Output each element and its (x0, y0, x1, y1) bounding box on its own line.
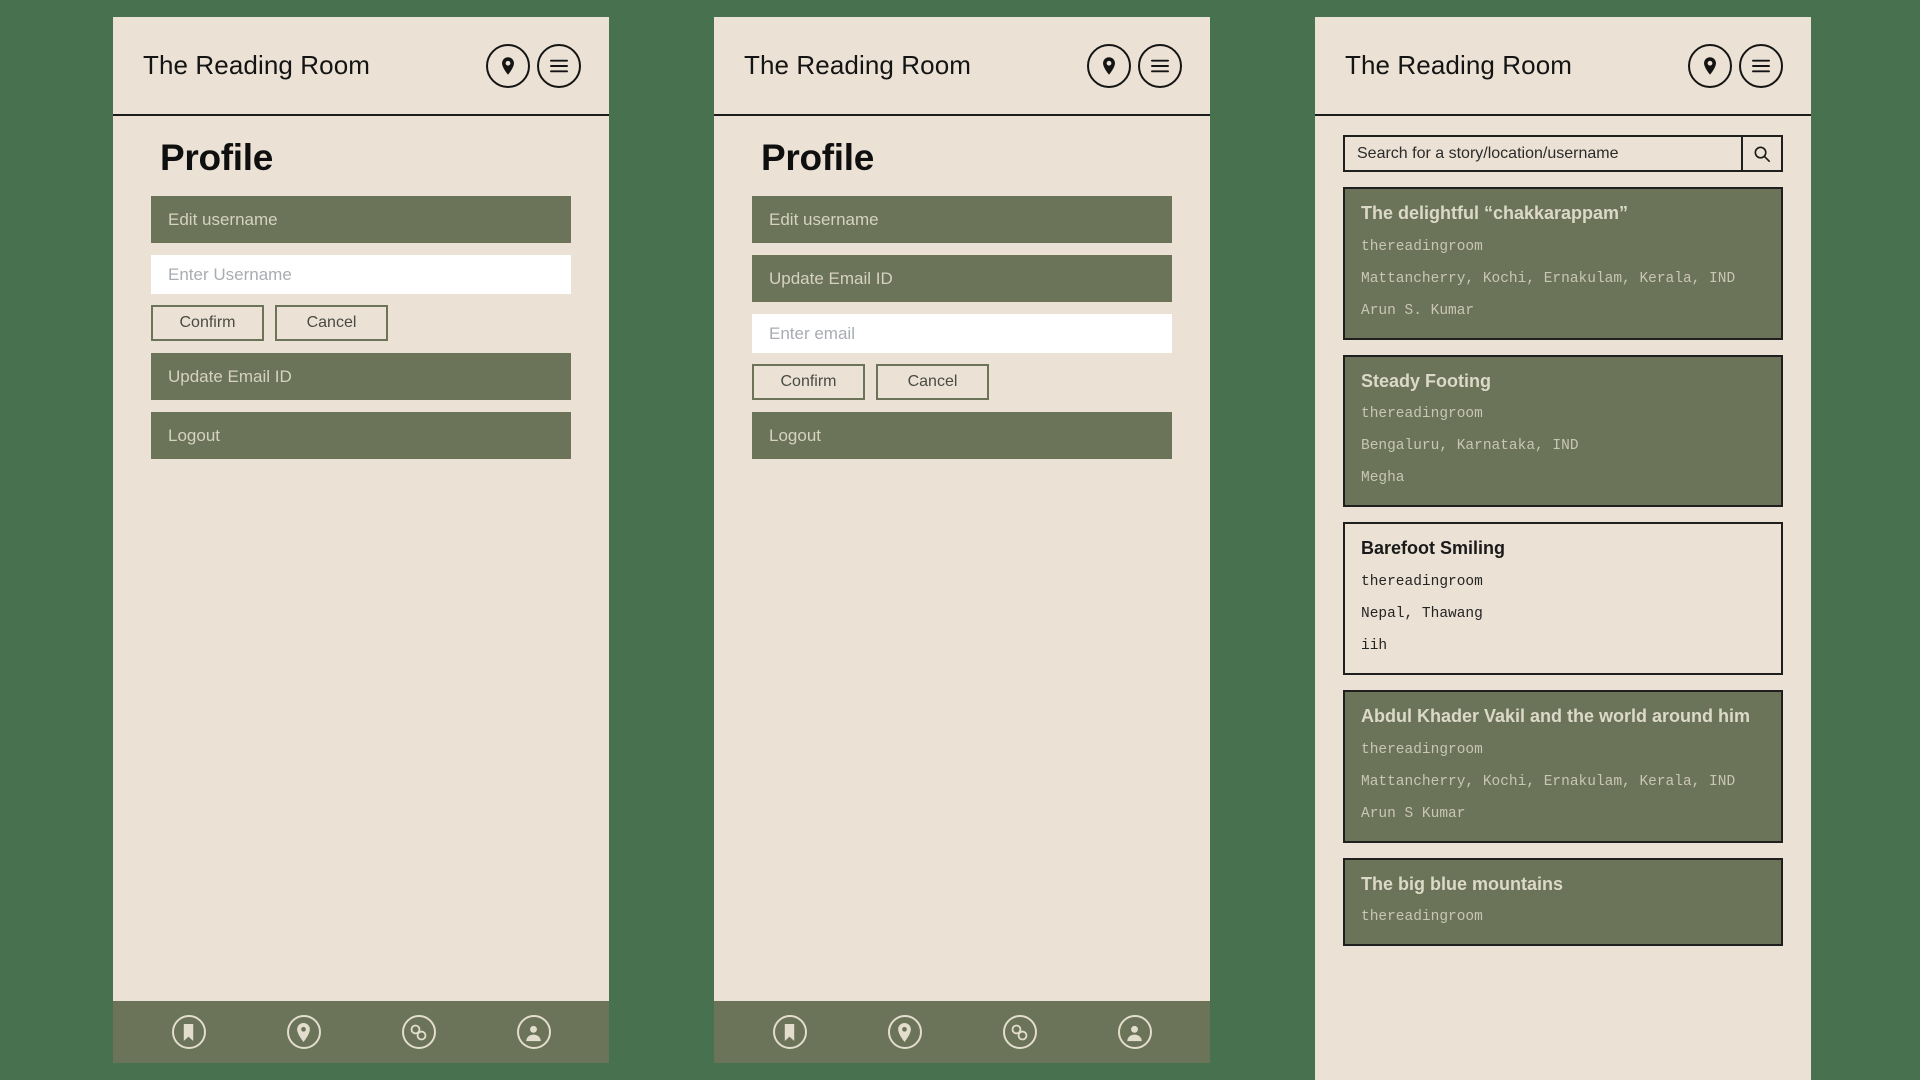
email-action-row: Confirm Cancel (752, 364, 1172, 400)
bottom-navigation-1 (113, 1001, 609, 1063)
app-title: The Reading Room (744, 50, 972, 80)
story-username: thereadingroom (1361, 741, 1483, 758)
story-author: Arun S Kumar (1361, 805, 1466, 822)
story-list: The delightful “chakkarappam” thereadingr… (1343, 187, 1783, 947)
logout-label: Logout (168, 425, 220, 445)
logout-label: Logout (769, 425, 821, 445)
edit-username-label: Edit username (168, 209, 278, 229)
app-title: The Reading Room (1345, 50, 1573, 80)
confirm-button[interactable]: Confirm (752, 364, 865, 400)
profile-body-2: Profile Edit username Update Email ID Co… (714, 116, 1210, 1001)
page-title: Profile (160, 137, 274, 178)
story-card[interactable]: The big blue mountains thereadingroom (1343, 857, 1783, 947)
story-username: thereadingroom (1361, 238, 1483, 255)
profile-body-1: Profile Edit username Confirm Cancel Upd… (113, 116, 609, 1001)
phone-screen-3: The Reading Room Search for a story/loca… (1315, 17, 1811, 1080)
edit-username-button[interactable]: Edit username (752, 196, 1172, 243)
hamburger-menu-icon[interactable] (537, 43, 581, 88)
story-username: thereadingroom (1361, 406, 1483, 423)
story-username: thereadingroom (1361, 909, 1483, 926)
location-pin-icon[interactable] (1087, 43, 1131, 88)
story-title: Barefoot Smiling (1361, 538, 1506, 559)
cancel-button[interactable]: Cancel (275, 305, 388, 341)
story-title: The big blue mountains (1361, 873, 1563, 894)
story-title: Steady Footing (1361, 370, 1491, 391)
story-author: Megha (1361, 470, 1405, 487)
phone-screen-2: The Reading Room Profile Edit username U… (714, 17, 1210, 1063)
story-title: Abdul Khader Vakil and the world around … (1361, 705, 1751, 726)
story-author: iih (1361, 637, 1388, 654)
username-action-row: Confirm Cancel (151, 305, 571, 341)
story-location: Bengaluru, Karnataka, IND (1361, 438, 1579, 455)
email-input[interactable] (752, 314, 1172, 353)
story-card[interactable]: Abdul Khader Vakil and the world around … (1343, 689, 1783, 843)
search-bar (1343, 135, 1783, 172)
bookmark-icon[interactable] (171, 1015, 206, 1049)
cancel-button[interactable]: Cancel (876, 364, 989, 400)
story-title: The delightful “chakkarappam” (1361, 203, 1629, 223)
bottom-navigation-2 (714, 1001, 1210, 1063)
feed-body: The delightful “chakkarappam” thereadingr… (1315, 116, 1811, 1080)
bookmark-icon[interactable] (772, 1015, 807, 1049)
hamburger-menu-icon[interactable] (1138, 43, 1182, 88)
app-header: The Reading Room (714, 17, 1210, 116)
location-pin-icon[interactable] (887, 1015, 922, 1049)
location-pin-icon[interactable] (286, 1015, 321, 1049)
search-input[interactable] (1343, 135, 1741, 172)
profile-avatar-icon[interactable] (516, 1015, 551, 1049)
page-title: Profile (761, 137, 875, 178)
link-icon[interactable] (1002, 1015, 1037, 1049)
search-button[interactable] (1741, 135, 1783, 172)
app-header: The Reading Room (1315, 17, 1811, 116)
header-icon-group (486, 43, 581, 88)
location-pin-icon[interactable] (486, 43, 530, 88)
logout-button[interactable]: Logout (752, 412, 1172, 459)
app-title: The Reading Room (143, 50, 371, 80)
logout-button[interactable]: Logout (151, 412, 571, 459)
header-icon-group (1087, 43, 1182, 88)
username-input[interactable] (151, 255, 571, 294)
story-card[interactable]: The delightful “chakkarappam” thereadingr… (1343, 187, 1783, 340)
update-email-button[interactable]: Update Email ID (151, 353, 571, 400)
phone-screen-1: The Reading Room Profile Edit username C… (113, 17, 609, 1063)
story-username: thereadingroom (1361, 573, 1483, 590)
story-location: Nepal, Thawang (1361, 605, 1483, 622)
update-email-label: Update Email ID (168, 366, 292, 386)
story-feed[interactable]: The delightful “chakkarappam” thereadingr… (1315, 116, 1811, 1080)
edit-username-label: Edit username (769, 209, 879, 229)
search-icon (1753, 145, 1771, 163)
screenshot-canvas: The Reading Room Profile Edit username C… (0, 0, 1920, 1080)
story-card[interactable]: Barefoot Smiling thereadingroom Nepal, Tha… (1343, 522, 1783, 675)
story-card[interactable]: Steady Footing thereadingroom Bengaluru, K… (1343, 354, 1783, 508)
link-icon[interactable] (401, 1015, 436, 1049)
update-email-button[interactable]: Update Email ID (752, 255, 1172, 302)
profile-avatar-icon[interactable] (1117, 1015, 1152, 1049)
confirm-button[interactable]: Confirm (151, 305, 264, 341)
story-location: Mattancherry, Kochi, Ernakulam, Kerala, … (1361, 270, 1736, 287)
app-header: The Reading Room (113, 17, 609, 116)
edit-username-button[interactable]: Edit username (151, 196, 571, 243)
story-location: Mattancherry, Kochi, Ernakulam, Kerala, … (1361, 773, 1736, 790)
hamburger-menu-icon[interactable] (1739, 43, 1783, 88)
update-email-label: Update Email ID (769, 268, 893, 288)
header-icon-group (1688, 43, 1783, 88)
location-pin-icon[interactable] (1688, 43, 1732, 88)
story-author: Arun S. Kumar (1361, 302, 1475, 319)
